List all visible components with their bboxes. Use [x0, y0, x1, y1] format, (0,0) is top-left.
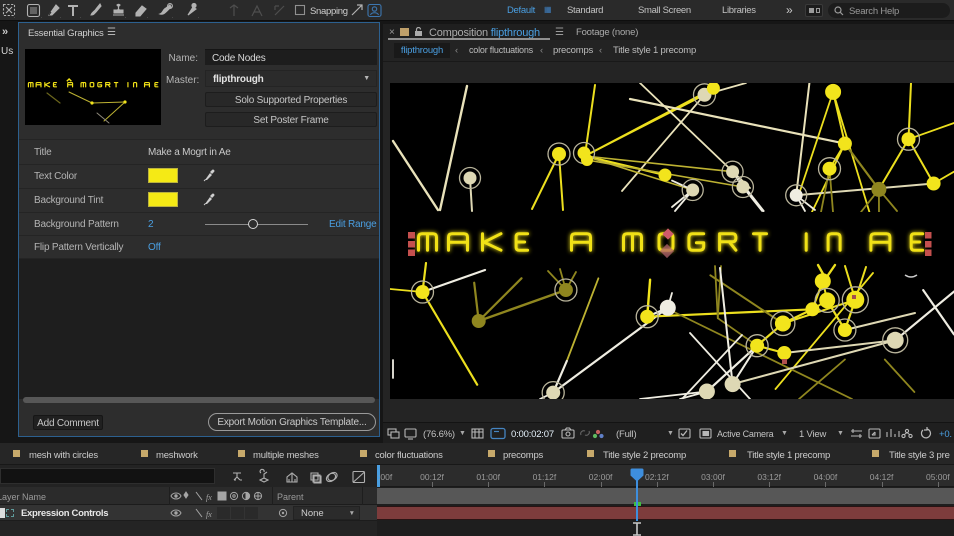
svg-text:.: .	[80, 14, 81, 20]
svg-text:Snapping: Snapping	[310, 6, 348, 17]
svg-text:fx: fx	[206, 493, 212, 502]
svg-text:fx: fx	[206, 510, 212, 519]
svg-text:.: .	[198, 14, 199, 20]
svg-text:.: .	[172, 14, 173, 20]
svg-text:.: .	[41, 14, 42, 20]
svg-text:.: .	[60, 14, 61, 20]
svg-text:.: .	[147, 14, 148, 20]
svg-text:.: .	[125, 14, 126, 20]
svg-text:.: .	[14, 14, 15, 20]
